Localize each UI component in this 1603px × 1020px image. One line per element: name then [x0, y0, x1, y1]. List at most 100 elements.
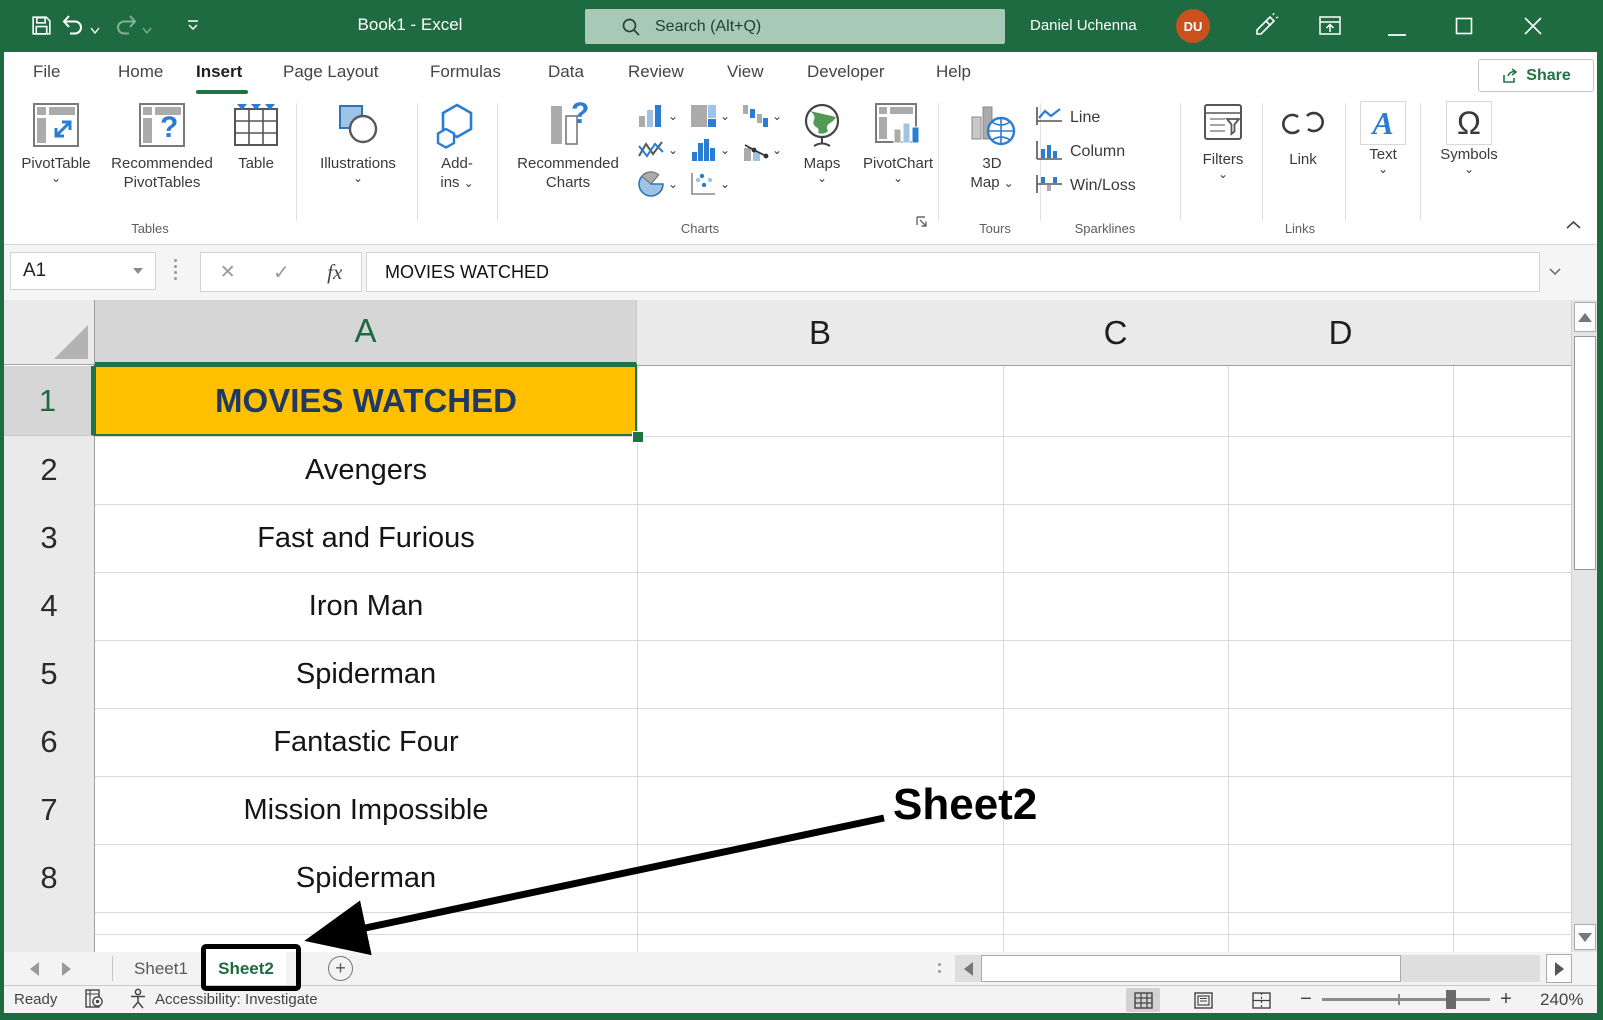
row-header-2[interactable]: 2	[4, 436, 95, 505]
ribbon-display-options-icon[interactable]	[1318, 15, 1342, 42]
share-button[interactable]: Share	[1478, 59, 1594, 92]
recommended-pivottables-button[interactable]: ? Recommended PivotTables	[104, 101, 220, 192]
sheet-nav-prev-icon[interactable]	[30, 962, 39, 976]
tab-home[interactable]: Home	[118, 52, 163, 92]
minimize-button[interactable]	[1388, 24, 1406, 42]
user-name[interactable]: Daniel Uchenna	[1030, 17, 1137, 34]
collapse-ribbon-icon[interactable]	[1565, 217, 1582, 235]
scroll-down-button[interactable]	[1574, 924, 1596, 950]
cell-A4[interactable]: Iron Man	[96, 572, 636, 640]
cell-A2[interactable]: Avengers	[96, 436, 636, 504]
save-icon[interactable]	[30, 14, 53, 42]
status-accessibility[interactable]: Accessibility: Investigate	[155, 991, 318, 1008]
column-header-d[interactable]: D	[1228, 300, 1454, 366]
pivotchart-button[interactable]: PivotChart ⌄	[852, 101, 944, 183]
sparkline-winloss-button[interactable]: Win/Loss	[1035, 173, 1136, 199]
cell-A7[interactable]: Mission Impossible	[96, 776, 636, 844]
insert-statistic-chart-button[interactable]: ⌄	[690, 137, 730, 163]
zoom-in-icon[interactable]: +	[1496, 989, 1516, 1009]
new-sheet-button[interactable]: +	[328, 956, 353, 981]
tab-page-layout[interactable]: Page Layout	[283, 52, 378, 92]
horizontal-scrollbar[interactable]	[955, 955, 1540, 982]
insert-hierarchy-chart-button[interactable]: ⌄	[690, 103, 730, 129]
row-header-7[interactable]: 7	[4, 776, 95, 845]
cell-A1[interactable]: MOVIES WATCHED	[96, 366, 636, 436]
tab-formulas[interactable]: Formulas	[430, 52, 501, 92]
redo-icon[interactable]	[113, 14, 139, 41]
view-page-break-button[interactable]	[1244, 988, 1278, 1012]
vertical-scroll-thumb[interactable]	[1574, 336, 1596, 570]
coming-soon-megaphone-icon[interactable]	[1253, 13, 1279, 44]
sparkline-line-button[interactable]: Line	[1035, 105, 1100, 131]
3d-map-button[interactable]: 3D Map ⌄	[948, 101, 1036, 192]
insert-waterfall-chart-button[interactable]: ⌄	[742, 103, 782, 129]
symbols-button[interactable]: Ω Symbols ⌄	[1428, 101, 1510, 174]
maps-button[interactable]: Maps ⌄	[790, 101, 854, 183]
pivottable-button[interactable]: PivotTable ⌄	[12, 101, 100, 183]
filters-button[interactable]: Filters ⌄	[1188, 101, 1258, 179]
row-header-5[interactable]: 5	[4, 640, 95, 709]
formula-input[interactable]: MOVIES WATCHED	[366, 252, 1540, 292]
row-header-8[interactable]: 8	[4, 844, 95, 913]
cell-A6[interactable]: Fantastic Four	[96, 708, 636, 776]
insert-function-icon[interactable]: fx	[327, 260, 342, 285]
redo-dropdown-icon[interactable]	[142, 22, 152, 40]
undo-icon[interactable]	[60, 14, 86, 41]
column-header-b[interactable]: B	[637, 300, 1004, 366]
formula-bar-separator[interactable]	[174, 259, 177, 280]
column-header-a[interactable]: A	[95, 300, 637, 365]
quick-access-toolbar-icon[interactable]	[185, 18, 201, 37]
charts-dialog-launcher-icon[interactable]	[915, 215, 928, 233]
accessibility-icon[interactable]	[128, 988, 148, 1014]
tab-data[interactable]: Data	[548, 52, 584, 92]
insert-column-chart-button[interactable]: ⌄	[638, 103, 678, 129]
tab-view[interactable]: View	[727, 52, 764, 92]
insert-scatter-chart-button[interactable]: ⌄	[690, 171, 730, 197]
avatar[interactable]: DU	[1176, 9, 1210, 43]
tab-review[interactable]: Review	[628, 52, 684, 92]
undo-dropdown-icon[interactable]	[90, 22, 100, 40]
insert-line-chart-button[interactable]: ⌄	[638, 137, 678, 163]
vertical-scrollbar[interactable]	[1571, 300, 1597, 952]
scroll-left-button[interactable]	[957, 957, 979, 980]
name-box[interactable]: A1	[10, 252, 156, 290]
horizontal-scroll-thumb[interactable]	[981, 955, 1401, 982]
view-page-layout-button[interactable]	[1186, 988, 1220, 1012]
text-button[interactable]: A Text ⌄	[1352, 101, 1414, 174]
zoom-slider-track[interactable]	[1322, 998, 1490, 1001]
close-button[interactable]	[1524, 17, 1542, 40]
table-button[interactable]: Table	[224, 101, 288, 173]
column-header-e-partial[interactable]	[1453, 300, 1572, 366]
zoom-out-icon[interactable]: −	[1296, 989, 1316, 1009]
maximize-button[interactable]	[1455, 17, 1473, 40]
view-normal-button[interactable]	[1126, 988, 1160, 1012]
macro-record-icon[interactable]	[84, 989, 104, 1013]
enter-icon[interactable]: ✓	[273, 260, 290, 285]
cancel-icon[interactable]: ✕	[220, 261, 236, 284]
column-header-c[interactable]: C	[1003, 300, 1229, 366]
cell-A3[interactable]: Fast and Furious	[96, 504, 636, 572]
sparkline-column-button[interactable]: Column	[1035, 139, 1125, 165]
sheet-nav-next-icon[interactable]	[62, 962, 71, 976]
zoom-level[interactable]: 240%	[1540, 990, 1583, 1010]
row-header-3[interactable]: 3	[4, 504, 95, 573]
name-box-dropdown-icon[interactable]	[133, 268, 143, 274]
row-header-1[interactable]: 1	[4, 366, 94, 436]
sheet-tab-sheet1[interactable]: Sheet1	[125, 952, 197, 985]
row-header-6[interactable]: 6	[4, 708, 95, 777]
scroll-up-button[interactable]	[1574, 302, 1596, 332]
insert-pie-chart-button[interactable]: ⌄	[638, 171, 678, 197]
link-button[interactable]: Link	[1272, 101, 1334, 169]
row-header-4[interactable]: 4	[4, 572, 95, 641]
tab-strip-splitter[interactable]	[938, 963, 941, 973]
cell-A5[interactable]: Spiderman	[96, 640, 636, 708]
expand-formula-bar-icon[interactable]	[1548, 263, 1562, 281]
tab-developer[interactable]: Developer	[807, 52, 885, 92]
illustrations-button[interactable]: Illustrations ⌄	[304, 101, 412, 183]
zoom-slider-thumb[interactable]	[1446, 990, 1456, 1009]
cell-A8[interactable]: Spiderman	[96, 844, 636, 912]
tab-insert[interactable]: Insert	[196, 52, 242, 92]
row-header-9-partial[interactable]	[4, 912, 95, 953]
add-ins-button[interactable]: Add- ins ⌄	[422, 101, 492, 192]
select-all-corner[interactable]	[4, 300, 95, 365]
